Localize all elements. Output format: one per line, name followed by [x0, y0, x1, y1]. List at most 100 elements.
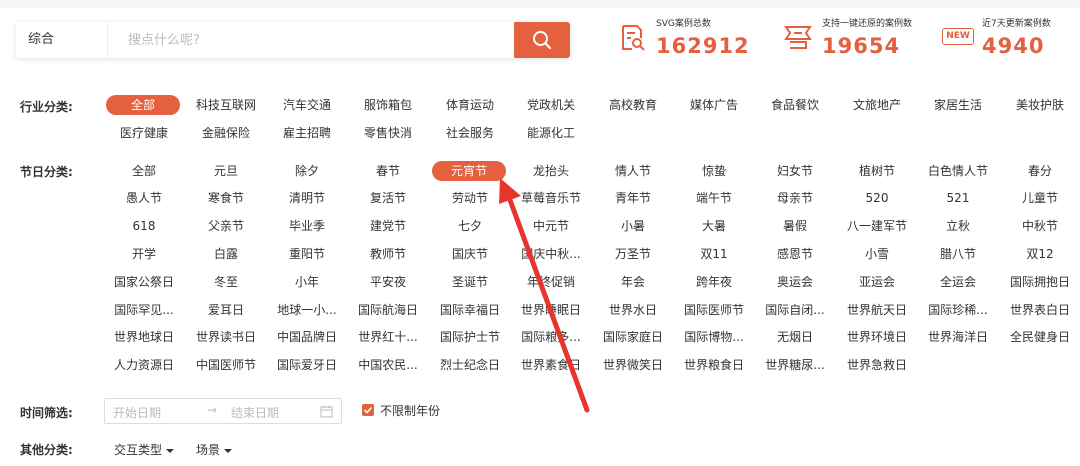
festival-option[interactable]: 植树节: [839, 161, 915, 181]
industry-option[interactable]: 科技互联网: [188, 95, 264, 115]
festival-option[interactable]: 世界粮食日: [676, 355, 752, 375]
festival-option[interactable]: 618: [106, 216, 182, 236]
festival-option[interactable]: 世界表白日: [1002, 300, 1078, 320]
festival-option[interactable]: 青年节: [595, 188, 671, 208]
festival-option[interactable]: 大暑: [676, 216, 752, 236]
festival-option[interactable]: 亚运会: [839, 272, 915, 292]
festival-option[interactable]: 世界水日: [595, 300, 671, 320]
industry-option[interactable]: 食品餐饮: [757, 95, 833, 115]
festival-option[interactable]: 开学: [106, 244, 182, 264]
festival-option[interactable]: 世界素食日: [513, 355, 589, 375]
festival-option[interactable]: 儿童节: [1002, 188, 1078, 208]
festival-option[interactable]: 世界航天日: [839, 300, 915, 320]
festival-option[interactable]: 草莓音乐节: [513, 188, 589, 208]
end-date-input[interactable]: 结束日期: [231, 404, 279, 421]
festival-option[interactable]: 圣诞节: [432, 272, 508, 292]
industry-option[interactable]: 媒体广告: [676, 95, 752, 115]
scene-dropdown[interactable]: 场景: [196, 441, 233, 458]
industry-option[interactable]: 金融保险: [188, 123, 264, 143]
festival-option[interactable]: 世界海洋日: [920, 327, 996, 347]
unlimited-year-label[interactable]: 不限制年份: [380, 402, 440, 419]
festival-option[interactable]: 国际罕见...: [106, 300, 182, 320]
industry-option[interactable]: 美妆护肤: [1002, 95, 1078, 115]
festival-option[interactable]: 教师节: [350, 244, 426, 264]
industry-option[interactable]: 高校教育: [595, 95, 671, 115]
festival-option[interactable]: 520: [839, 188, 915, 208]
industry-option[interactable]: 体育运动: [432, 95, 508, 115]
interaction-type-dropdown[interactable]: 交互类型: [114, 441, 175, 458]
festival-option[interactable]: 国庆中秋...: [513, 244, 589, 264]
festival-option[interactable]: 世界读书日: [188, 327, 264, 347]
festival-option[interactable]: 除夕: [269, 161, 345, 181]
festival-option[interactable]: 地球一小...: [269, 300, 345, 320]
festival-option[interactable]: 中国医师节: [188, 355, 264, 375]
festival-option[interactable]: 冬至: [188, 272, 264, 292]
festival-option[interactable]: 白露: [188, 244, 264, 264]
festival-option[interactable]: 中元节: [513, 216, 589, 236]
industry-option[interactable]: 党政机关: [513, 95, 589, 115]
festival-option[interactable]: 中国农民...: [350, 355, 426, 375]
festival-option[interactable]: 奥运会: [757, 272, 833, 292]
festival-option[interactable]: 国际航海日: [350, 300, 426, 320]
festival-option[interactable]: 龙抬头: [513, 161, 589, 181]
festival-option[interactable]: 立秋: [920, 216, 996, 236]
festival-option[interactable]: 中秋节: [1002, 216, 1078, 236]
festival-option[interactable]: 妇女节: [757, 161, 833, 181]
festival-option[interactable]: 平安夜: [350, 272, 426, 292]
industry-option[interactable]: 家居生活: [920, 95, 996, 115]
festival-option[interactable]: 全运会: [920, 272, 996, 292]
festival-option[interactable]: 国际拥抱日: [1002, 272, 1078, 292]
festival-option[interactable]: 母亲节: [757, 188, 833, 208]
industry-option[interactable]: 全部: [106, 95, 180, 115]
festival-option[interactable]: 世界地球日: [106, 327, 182, 347]
festival-option[interactable]: 春节: [350, 161, 426, 181]
festival-option[interactable]: 腊八节: [920, 244, 996, 264]
festival-option[interactable]: 跨年夜: [676, 272, 752, 292]
festival-option[interactable]: 爱耳日: [188, 300, 264, 320]
festival-option[interactable]: 人力资源日: [106, 355, 182, 375]
festival-option[interactable]: 春分: [1002, 161, 1078, 181]
festival-option[interactable]: 国家公祭日: [106, 272, 182, 292]
festival-option[interactable]: 元宵节: [432, 161, 506, 181]
festival-option[interactable]: 国际幸福日: [432, 300, 508, 320]
festival-option[interactable]: 无烟日: [757, 327, 833, 347]
search-type-select[interactable]: 综合: [16, 22, 108, 58]
unlimited-year-checkbox[interactable]: [362, 404, 374, 416]
festival-option[interactable]: 建党节: [350, 216, 426, 236]
festival-option[interactable]: 小年: [269, 272, 345, 292]
festival-option[interactable]: 国庆节: [432, 244, 508, 264]
festival-option[interactable]: 惊蛰: [676, 161, 752, 181]
industry-option[interactable]: 医疗健康: [106, 123, 182, 143]
festival-option[interactable]: 毕业季: [269, 216, 345, 236]
industry-option[interactable]: 服饰箱包: [350, 95, 426, 115]
festival-option[interactable]: 世界急救日: [839, 355, 915, 375]
search-button[interactable]: [514, 22, 570, 58]
festival-option[interactable]: 父亲节: [188, 216, 264, 236]
industry-option[interactable]: 汽车交通: [269, 95, 345, 115]
festival-option[interactable]: 世界糖尿...: [757, 355, 833, 375]
festival-option[interactable]: 愚人节: [106, 188, 182, 208]
festival-option[interactable]: 重阳节: [269, 244, 345, 264]
festival-option[interactable]: 双11: [676, 244, 752, 264]
festival-option[interactable]: 国际医师节: [676, 300, 752, 320]
festival-option[interactable]: 世界环境日: [839, 327, 915, 347]
festival-option[interactable]: 国际博物...: [676, 327, 752, 347]
festival-option[interactable]: 世界睡眠日: [513, 300, 589, 320]
date-range-picker[interactable]: 开始日期 → 结束日期: [104, 398, 342, 424]
festival-option[interactable]: 世界微笑日: [595, 355, 671, 375]
festival-option[interactable]: 小雪: [839, 244, 915, 264]
industry-option[interactable]: 文旅地产: [839, 95, 915, 115]
festival-option[interactable]: 年终促销: [513, 272, 589, 292]
festival-option[interactable]: 中国品牌日: [269, 327, 345, 347]
festival-option[interactable]: 全部: [106, 161, 182, 181]
festival-option[interactable]: 全民健身日: [1002, 327, 1078, 347]
festival-option[interactable]: 情人节: [595, 161, 671, 181]
festival-option[interactable]: 感恩节: [757, 244, 833, 264]
festival-option[interactable]: 小暑: [595, 216, 671, 236]
festival-option[interactable]: 国际护士节: [432, 327, 508, 347]
festival-option[interactable]: 万圣节: [595, 244, 671, 264]
industry-option[interactable]: 雇主招聘: [269, 123, 345, 143]
festival-option[interactable]: 国际爱牙日: [269, 355, 345, 375]
industry-option[interactable]: 社会服务: [432, 123, 508, 143]
festival-option[interactable]: 清明节: [269, 188, 345, 208]
